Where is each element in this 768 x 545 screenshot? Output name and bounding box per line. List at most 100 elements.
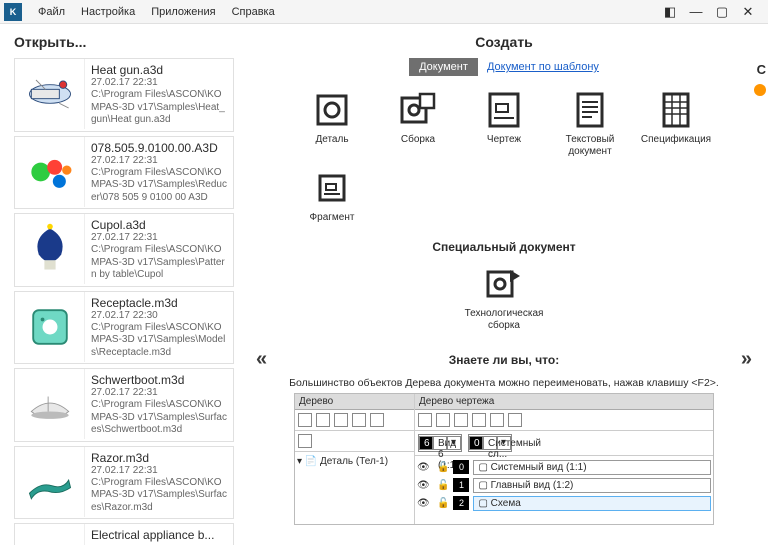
window-controls: ◧ — ▢ ✕	[662, 4, 764, 20]
open-title: Открыть...	[14, 34, 234, 50]
doc-type-icon	[312, 90, 352, 130]
file-path: C:\Program Files\ASCON\KOMPAS-3D v17\Sam…	[91, 322, 227, 360]
doc-type-label: Фрагмент	[289, 212, 375, 224]
doc-type-tile[interactable]: Технологическая сборка	[461, 264, 547, 332]
file-path: C:\Program Files\ASCON\KOMPAS-3D v17\Sam…	[91, 89, 227, 127]
file-thumbnail-icon	[15, 292, 85, 362]
document-type-grid: ДетальСборкаЧертежТекстовый документСпец…	[289, 90, 719, 234]
recent-file-item[interactable]: Schwertboot.m3d27.02.17 22:31C:\Program …	[14, 368, 234, 442]
file-path: C:\Program Files\ASCON\KOMPAS-3D v17\Sam…	[91, 244, 227, 282]
doc-type-icon	[484, 90, 524, 130]
tips-next-icon[interactable]: »	[741, 348, 752, 371]
menu-file[interactable]: Файл	[30, 3, 73, 21]
special-doc-grid: Технологическая сборка	[289, 264, 719, 342]
recent-file-item[interactable]: Electrical appliance b...	[14, 523, 234, 545]
combo-row: 6Вид 6 (1:1)▾ 0Системный сл...▾	[415, 431, 713, 456]
file-thumbnail-icon	[15, 137, 85, 207]
visibility-icon: 👁	[417, 480, 433, 491]
close-button[interactable]: ✕	[740, 4, 756, 20]
app-icon: K	[4, 3, 22, 21]
doc-type-icon	[656, 90, 696, 130]
menubar: K Файл Настройка Приложения Справка ◧ — …	[0, 0, 768, 24]
doc-type-label: Текстовый документ	[547, 134, 633, 158]
doc-type-tile[interactable]: Чертеж	[461, 90, 547, 158]
view-row[interactable]: 👁 🔓 0 ▢ Системный вид (1:1)	[417, 458, 711, 476]
view-number: 1	[453, 478, 469, 492]
doc-type-tile[interactable]: Сборка	[375, 90, 461, 158]
create-title: Создать	[250, 34, 758, 50]
lock-icon: 🔓	[437, 480, 449, 491]
tab-document[interactable]: Документ	[409, 58, 478, 76]
recent-file-item[interactable]: 078.505.9.0100.00.A3D27.02.17 22:31C:\Pr…	[14, 136, 234, 210]
doc-type-tile[interactable]: Деталь	[289, 90, 375, 158]
recent-file-item[interactable]: Razor.m3d27.02.17 22:31C:\Program Files\…	[14, 446, 234, 520]
tips-text: Большинство объектов Дерева документа мо…	[250, 377, 758, 389]
tree-node: Деталь (Тел-1)	[320, 456, 388, 467]
left-panel-toolbar	[295, 410, 414, 431]
view-label: ▢ Схема	[473, 496, 711, 511]
left-panel-toolbar2	[295, 431, 414, 452]
recent-file-item[interactable]: Cupol.a3d27.02.17 22:31C:\Program Files\…	[14, 213, 234, 287]
recent-file-item[interactable]: Heat gun.a3d27.02.17 22:31C:\Program Fil…	[14, 58, 234, 132]
doc-type-icon	[570, 90, 610, 130]
tips-title: Знаете ли вы, что:	[267, 353, 741, 367]
layer-combo[interactable]: 0Системный сл...▾	[468, 434, 512, 452]
file-name: Schwertboot.m3d	[91, 373, 227, 387]
file-name: Cupol.a3d	[91, 218, 227, 232]
file-thumbnail-icon	[15, 59, 85, 129]
minimize-button[interactable]: —	[688, 4, 704, 20]
file-path: C:\Program Files\ASCON\KOMPAS-3D v17\Sam…	[91, 477, 227, 515]
create-section: С Создать Документ Документ по шаблону Д…	[240, 24, 768, 545]
file-date: 27.02.17 22:31	[91, 465, 227, 476]
right-panel-title: Дерево чертежа	[415, 394, 713, 410]
doc-type-label: Спецификация	[633, 134, 719, 146]
visibility-icon: 👁	[417, 462, 433, 473]
doc-type-icon	[484, 264, 524, 304]
doc-type-icon	[312, 168, 352, 208]
file-name: Electrical appliance b...	[91, 528, 227, 542]
special-doc-title: Специальный документ	[250, 240, 758, 254]
doc-type-tile[interactable]: Текстовый документ	[547, 90, 633, 158]
lock-icon: 🔓	[437, 498, 449, 509]
doc-type-label: Сборка	[375, 134, 461, 146]
lock-icon: 🔓	[437, 462, 449, 473]
open-section: Открыть... Heat gun.a3d27.02.17 22:31C:\…	[0, 24, 240, 545]
file-name: 078.505.9.0100.00.A3D	[91, 141, 227, 155]
right-panel-toolbar	[415, 410, 713, 431]
doc-type-tile[interactable]: Спецификация	[633, 90, 719, 158]
tab-template-link[interactable]: Документ по шаблону	[487, 61, 599, 73]
tips-section: « Знаете ли вы, что: » Большинство объек…	[250, 348, 758, 525]
recent-file-item[interactable]: Receptacle.m3d27.02.17 22:30C:\Program F…	[14, 291, 234, 365]
panel-toggle-icon[interactable]: ◧	[662, 4, 678, 20]
menu-help[interactable]: Справка	[224, 3, 283, 21]
doc-type-icon	[398, 90, 438, 130]
file-date: 27.02.17 22:30	[91, 310, 227, 321]
view-number: 2	[453, 496, 469, 510]
file-path: C:\Program Files\ASCON\KOMPAS-3D v17\Sam…	[91, 167, 227, 205]
tips-screenshot: Дерево ▾ 📄 Деталь (Тел-1) Дерево чертежа…	[294, 393, 714, 525]
create-tabs: Документ Документ по шаблону	[250, 58, 758, 76]
view-label: ▢ Системный вид (1:1)	[473, 460, 711, 475]
doc-type-label: Чертеж	[461, 134, 547, 146]
view-number: 0	[453, 460, 469, 474]
file-name: Heat gun.a3d	[91, 63, 227, 77]
edge-label: С	[757, 62, 766, 77]
view-row[interactable]: 👁🔓2▢ Схема	[417, 494, 711, 512]
menu-apps[interactable]: Приложения	[143, 3, 223, 21]
view-label: ▢ Главный вид (1:2)	[473, 478, 711, 493]
view-combo[interactable]: 6Вид 6 (1:1)▾	[418, 434, 462, 452]
tips-prev-icon[interactable]: «	[256, 348, 267, 371]
file-date: 27.02.17 22:31	[91, 77, 227, 88]
file-thumbnail-icon	[15, 524, 85, 545]
view-row[interactable]: 👁 🔓 1 ▢ Главный вид (1:2)	[417, 476, 711, 494]
maximize-button[interactable]: ▢	[714, 4, 730, 20]
doc-type-tile[interactable]: Фрагмент	[289, 168, 375, 224]
file-thumbnail-icon	[15, 214, 85, 284]
doc-type-label: Деталь	[289, 134, 375, 146]
left-panel-title: Дерево	[295, 394, 414, 410]
doc-type-label: Технологическая сборка	[461, 308, 547, 332]
file-date: 27.02.17 22:31	[91, 232, 227, 243]
file-name: Razor.m3d	[91, 451, 227, 465]
notification-dot-icon[interactable]	[754, 84, 766, 96]
menu-settings[interactable]: Настройка	[73, 3, 143, 21]
